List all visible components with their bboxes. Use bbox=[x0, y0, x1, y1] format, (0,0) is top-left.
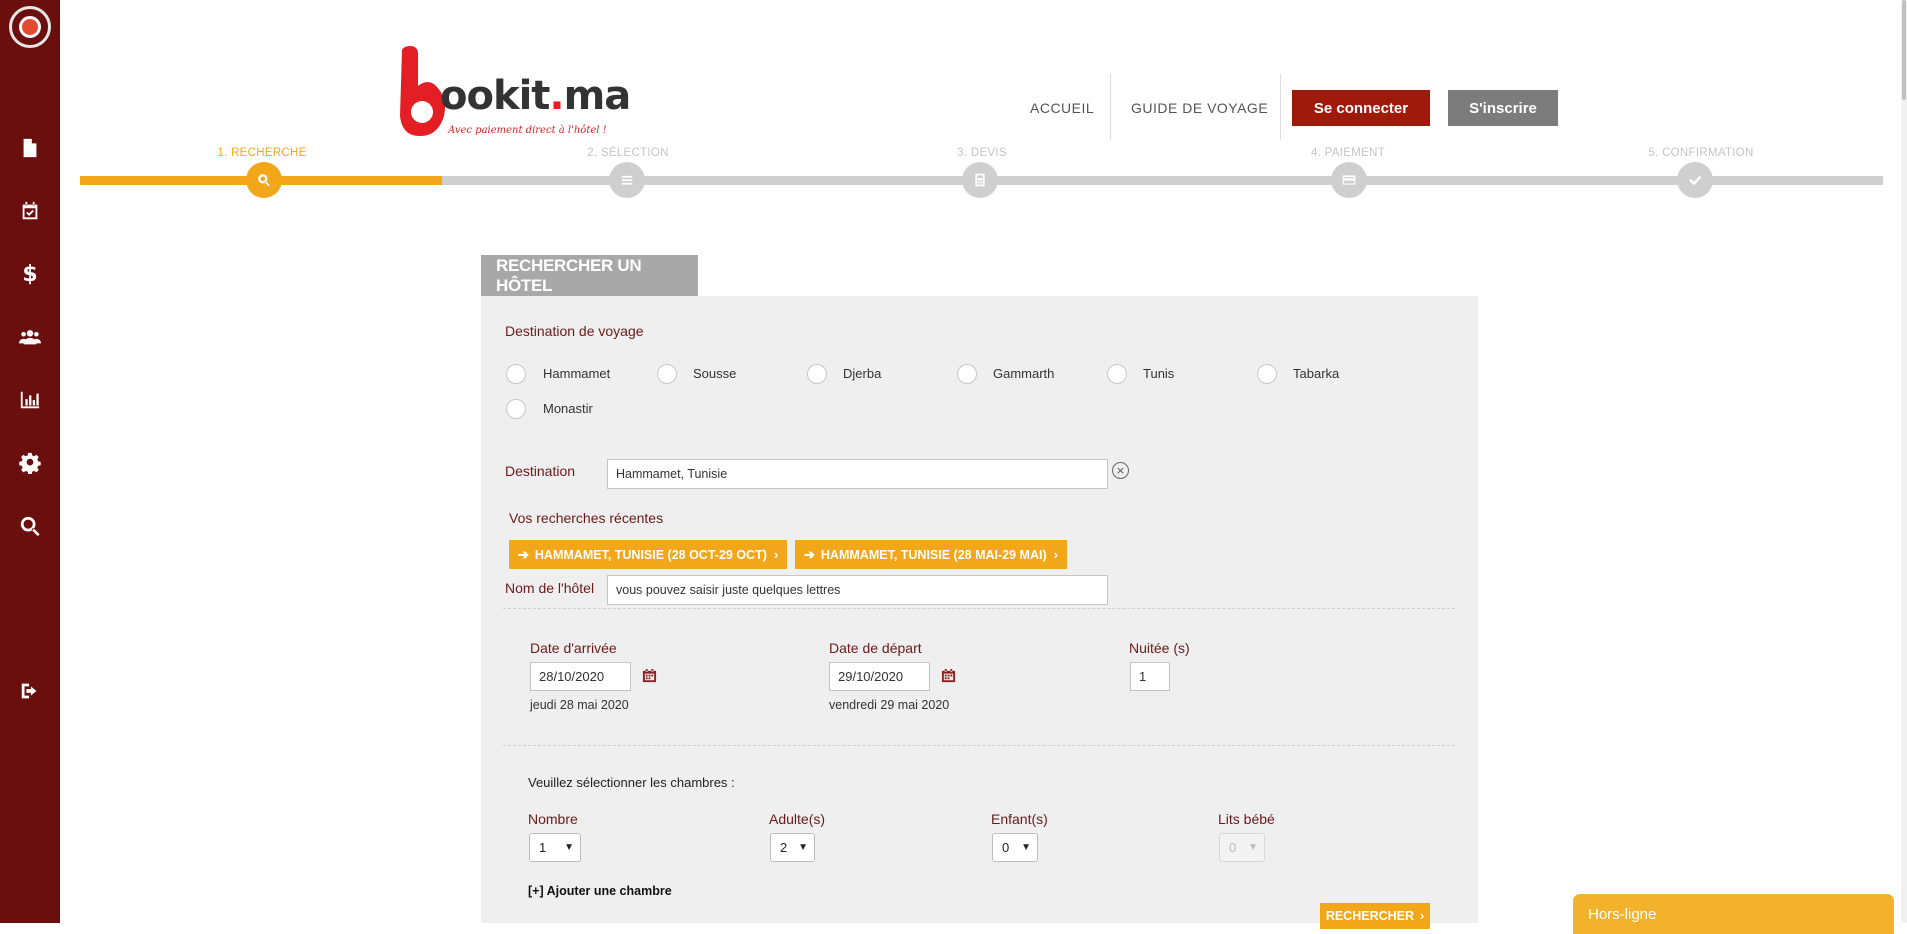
divider bbox=[503, 745, 1455, 746]
arrow-right-icon: ➔ bbox=[518, 546, 529, 562]
radio-djerba[interactable] bbox=[807, 364, 827, 384]
step-label-confirmation: 5. CONFIRMATION bbox=[1648, 147, 1754, 159]
nav-separator bbox=[1110, 74, 1111, 140]
step-paiement bbox=[1331, 162, 1367, 198]
check-icon bbox=[1689, 175, 1702, 186]
chat-status-widget[interactable]: Hors-ligne bbox=[1573, 894, 1894, 934]
radio-label: Sousse bbox=[693, 366, 737, 381]
arrival-date-text: jeudi 28 mai 2020 bbox=[530, 698, 629, 712]
destination-section-label: Destination de voyage bbox=[505, 323, 644, 339]
children-select[interactable]: 0 ▼ bbox=[992, 833, 1038, 862]
step-label-devis: 3. DEVIS bbox=[957, 147, 1007, 159]
sidebar: $ bbox=[0, 0, 60, 923]
clear-icon[interactable]: × bbox=[1112, 462, 1129, 479]
bar-chart-icon[interactable] bbox=[0, 385, 60, 415]
radio-gammarth[interactable] bbox=[957, 364, 977, 384]
departure-date-text: vendredi 29 mai 2020 bbox=[829, 698, 950, 712]
calendar-check-icon[interactable] bbox=[0, 196, 60, 226]
nav-separator bbox=[1280, 74, 1281, 140]
nav-home-link[interactable]: ACCUEIL bbox=[1030, 100, 1094, 116]
nights-input[interactable]: 1 bbox=[1130, 662, 1170, 691]
nights-label: Nuitée (s) bbox=[1129, 640, 1190, 656]
cribs-select: 0 ▼ bbox=[1219, 833, 1265, 862]
app-logo[interactable] bbox=[9, 6, 51, 48]
step-devis bbox=[962, 162, 998, 198]
nav-guide-link[interactable]: GUIDE DE VOYAGE bbox=[1131, 100, 1268, 116]
chevron-right-icon: › bbox=[773, 547, 779, 562]
sign-out-icon[interactable] bbox=[0, 676, 60, 706]
bookit-logo[interactable]: ookit.ma Avec paiement direct à l'hôtel … bbox=[398, 42, 631, 138]
step-confirmation bbox=[1677, 162, 1713, 198]
arrow-right-icon: ➔ bbox=[804, 546, 815, 562]
departure-label: Date de départ bbox=[829, 640, 922, 656]
chevron-down-icon: ▼ bbox=[798, 842, 808, 853]
search-tab[interactable]: RECHERCHER UN HÔTEL bbox=[481, 255, 698, 296]
divider bbox=[503, 608, 1455, 609]
step-label-paiement: 4. PAIEMENT bbox=[1310, 147, 1386, 159]
destination-input[interactable]: Hammamet, Tunisie bbox=[607, 459, 1108, 489]
search-panel bbox=[481, 296, 1478, 923]
calendar-icon[interactable] bbox=[941, 668, 956, 683]
adults-label: Adulte(s) bbox=[769, 811, 826, 827]
document-icon[interactable] bbox=[0, 133, 60, 163]
step-label-recherche: 1. RECHERCHE bbox=[217, 147, 307, 159]
departure-date-input[interactable]: 29/10/2020 bbox=[829, 662, 930, 691]
scrollbar[interactable] bbox=[1901, 0, 1907, 923]
chevron-down-icon: ▼ bbox=[1248, 842, 1258, 853]
users-icon[interactable] bbox=[0, 322, 60, 352]
arrival-label: Date d'arrivée bbox=[530, 640, 617, 656]
radio-label: Hammamet bbox=[543, 366, 611, 381]
radio-label: Monastir bbox=[543, 401, 593, 416]
credit-card-icon bbox=[1342, 175, 1356, 185]
cribs-label: Lits bébé bbox=[1218, 811, 1275, 827]
gear-icon[interactable] bbox=[0, 448, 60, 478]
recent-search-text: HAMMAMET, TUNISIE (28 OCT-29 OCT) bbox=[534, 547, 767, 562]
recent-search-button[interactable]: ➔ HAMMAMET, TUNISIE (28 OCT-29 OCT) › bbox=[509, 540, 788, 569]
destination-label: Destination bbox=[505, 463, 576, 479]
search-submit-button[interactable]: RECHERCHER › bbox=[1320, 903, 1430, 929]
radio-hammamet[interactable] bbox=[506, 364, 526, 384]
recent-searches-label: Vos recherches récentes bbox=[509, 510, 664, 526]
chevron-right-icon: › bbox=[1053, 547, 1058, 562]
search-icon[interactable] bbox=[0, 511, 60, 541]
hotel-name-label: Nom de l'hôtel bbox=[505, 580, 595, 596]
radio-tabarka[interactable] bbox=[1257, 364, 1277, 384]
step-recherche bbox=[246, 162, 282, 198]
recent-search-button[interactable]: ➔ HAMMAMET, TUNISIE (28 MAI-29 MAI) › bbox=[795, 540, 1067, 569]
radio-label: Djerba bbox=[843, 366, 882, 381]
recent-search-text: HAMMAMET, TUNISIE (28 MAI-29 MAI) bbox=[820, 547, 1047, 562]
number-select[interactable]: 1 ▼ bbox=[529, 833, 581, 862]
arrival-date-input[interactable]: 28/10/2020 bbox=[530, 662, 631, 691]
step-label-selection: 2. SÉLECTION bbox=[587, 147, 669, 159]
radio-label: Tabarka bbox=[1293, 366, 1340, 381]
radio-monastir[interactable] bbox=[506, 399, 526, 419]
radio-label: Tunis bbox=[1143, 366, 1175, 381]
adults-select[interactable]: 2 ▼ bbox=[770, 833, 815, 862]
rooms-prompt: Veuillez sélectionner les chambres : bbox=[528, 775, 735, 790]
number-label: Nombre bbox=[528, 811, 578, 827]
signup-button[interactable]: S'inscrire bbox=[1448, 90, 1558, 126]
calculator-icon bbox=[975, 173, 985, 187]
search-icon bbox=[258, 174, 270, 187]
children-label: Enfant(s) bbox=[991, 811, 1048, 827]
add-room-link[interactable]: [+] Ajouter une chambre bbox=[528, 884, 672, 898]
hotel-name-input[interactable]: vous pouvez saisir juste quelques lettre… bbox=[607, 575, 1108, 605]
radio-tunis[interactable] bbox=[1107, 364, 1127, 384]
radio-sousse[interactable] bbox=[657, 364, 677, 384]
list-icon bbox=[621, 175, 633, 185]
dollar-icon[interactable]: $ bbox=[0, 259, 60, 289]
brand-wordmark: ookit.ma bbox=[440, 73, 631, 119]
calendar-icon[interactable] bbox=[642, 668, 657, 683]
step-selection bbox=[609, 162, 645, 198]
chevron-right-icon: › bbox=[1420, 909, 1425, 923]
brand-tagline: Avec paiement direct à l'hôtel ! bbox=[448, 125, 607, 136]
chevron-down-icon: ▼ bbox=[564, 842, 574, 853]
radio-label: Gammarth bbox=[993, 366, 1055, 381]
chevron-down-icon: ▼ bbox=[1021, 842, 1031, 853]
login-button[interactable]: Se connecter bbox=[1292, 90, 1430, 126]
